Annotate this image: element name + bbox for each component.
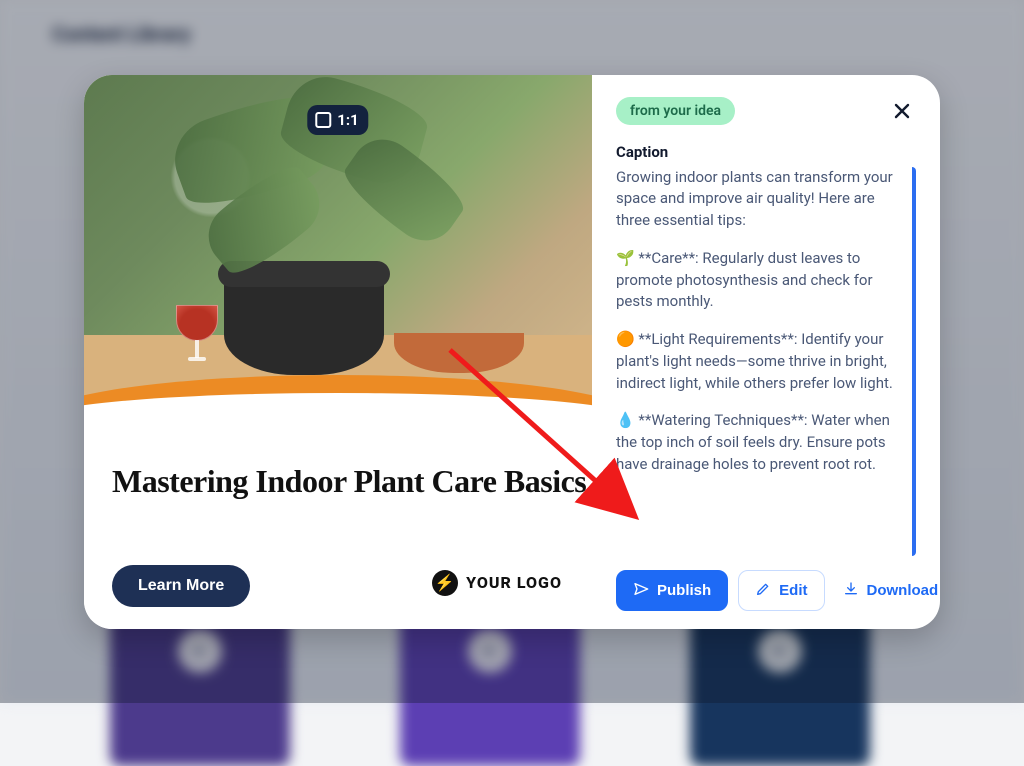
brand-logo: ⚡ YOUR LOGO <box>432 570 562 596</box>
aspect-ratio-label: 1:1 <box>337 111 358 129</box>
send-icon <box>633 581 649 600</box>
square-icon <box>315 112 331 128</box>
modal-overlay: 1:1 Mastering Indoor Plant Care Basics L… <box>0 0 1024 703</box>
aspect-ratio-badge[interactable]: 1:1 <box>307 105 368 135</box>
caption-paragraph: 🟠 **Light Requirements**: Identify your … <box>616 329 906 394</box>
edit-icon <box>755 581 771 600</box>
source-badge: from your idea <box>616 97 735 125</box>
close-icon <box>892 101 912 121</box>
publish-label: Publish <box>657 582 711 599</box>
caption-paragraph: 🌱 **Care**: Regularly dust leaves to pro… <box>616 248 906 313</box>
caption-paragraph: Growing indoor plants can transform your… <box>616 167 906 232</box>
caption-body[interactable]: Growing indoor plants can transform your… <box>616 167 916 556</box>
download-label: Download <box>867 582 939 599</box>
learn-more-label: Learn More <box>138 577 224 594</box>
close-button[interactable] <box>888 97 916 125</box>
edit-button[interactable]: Edit <box>738 570 824 611</box>
post-details-panel: from your idea Caption Growing indoor pl… <box>592 75 940 629</box>
publish-button[interactable]: Publish <box>616 570 728 611</box>
creative-preview: 1:1 Mastering Indoor Plant Care Basics L… <box>84 75 592 629</box>
wine-glass <box>176 305 218 375</box>
edit-label: Edit <box>779 582 807 599</box>
creative-heading: Mastering Indoor Plant Care Basics <box>112 463 586 501</box>
learn-more-button[interactable]: Learn More <box>112 565 250 607</box>
brand-logo-text: YOUR LOGO <box>466 573 562 592</box>
download-icon <box>843 581 859 600</box>
post-preview-modal: 1:1 Mastering Indoor Plant Care Basics L… <box>84 75 940 629</box>
caption-paragraph: 💧 **Watering Techniques**: Water when th… <box>616 410 906 475</box>
caption-heading: Caption <box>616 143 916 161</box>
bolt-icon: ⚡ <box>432 570 458 596</box>
download-button[interactable]: Download <box>835 571 940 610</box>
action-bar: Publish Edit Download ••• <box>616 570 916 611</box>
